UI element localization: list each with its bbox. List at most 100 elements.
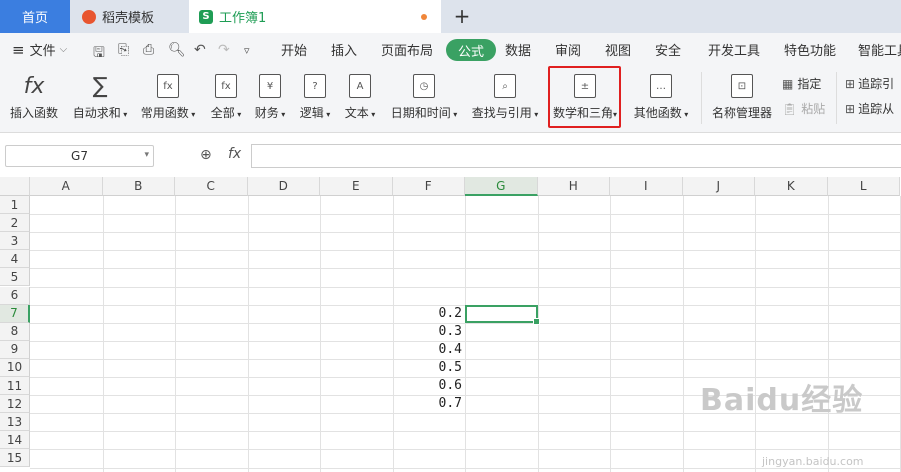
select-all-corner[interactable] [0,177,30,196]
selected-cell[interactable] [465,304,539,325]
row-header-11[interactable]: 11 [0,377,30,396]
lookup-button[interactable]: ⌕ 查找与引用 ▾ [470,66,540,132]
grid-line [30,358,901,360]
row-header-15[interactable]: 15 [0,449,30,468]
all-functions-button[interactable]: fx 全部 ▾ [208,66,244,132]
tab-template[interactable]: 稻壳模板 [72,0,187,33]
menu-item-page-layout[interactable]: 页面布局 [381,33,433,66]
cell-f7[interactable]: 0.2 [393,306,462,321]
menu-item-data[interactable]: 数据 [505,33,531,66]
row-header-2[interactable]: 2 [0,214,30,233]
undo-icon[interactable]: ↶ [194,42,206,58]
menu-item-formula[interactable]: 公式 [446,39,497,61]
row-header-9[interactable]: 9 [0,340,30,359]
row-header-13[interactable]: 13 [0,413,30,432]
common-functions-button[interactable]: fx 常用函数 ▾ [138,66,198,132]
text-functions-button[interactable]: A 文本 ▾ [342,66,378,132]
tab-home[interactable]: 首页 [0,0,70,33]
formula-input[interactable] [251,144,901,168]
paste-label: 粘贴 [801,102,826,116]
redo-icon[interactable]: ↷ [218,42,230,58]
column-header-a[interactable]: A [30,177,103,196]
menu-item-features[interactable]: 特色功能 [784,33,836,66]
other-functions-button[interactable]: … 其他函数 ▾ [631,66,691,132]
other-label: 其他函数 ▾ [634,104,689,121]
print-preview-icon[interactable]: 🔍︎ [168,42,186,58]
save-icon[interactable]: 🖫 [93,42,105,66]
column-header-e[interactable]: E [320,177,393,196]
column-header-i[interactable]: I [610,177,683,196]
logic-label: 逻辑 ▾ [300,104,331,121]
logic-button[interactable]: ? 逻辑 ▾ [297,66,333,132]
dropdown-icon: ▾ [278,110,286,119]
column-header-j[interactable]: J [682,177,755,196]
grid-line [30,340,901,342]
name-manager-button[interactable]: ⊡ 名称管理器 [710,66,774,132]
cell-f8[interactable]: 0.3 [393,324,462,339]
new-tab-button[interactable]: + [450,4,474,28]
grid-line [30,268,901,270]
cell-f11[interactable]: 0.6 [393,378,462,393]
trace-dependents-label: 追踪从 [858,102,895,116]
other-function-icon: … [650,74,672,98]
column-header-b[interactable]: B [102,177,175,196]
column-header-k[interactable]: K [755,177,828,196]
datetime-button[interactable]: ◷ 日期和时间 ▾ [389,66,459,132]
row-header-10[interactable]: 10 [0,358,30,377]
menu-item-developer[interactable]: 开发工具 [708,33,760,66]
grid-line [30,214,901,216]
cell-f9[interactable]: 0.4 [393,342,462,357]
watermark-logo: Baidu经验 [700,383,864,418]
column-header-l[interactable]: L [827,177,900,196]
cell-f10[interactable]: 0.5 [393,360,462,375]
print-icon[interactable]: ⎙ [143,42,154,58]
column-header-d[interactable]: D [247,177,320,196]
insert-function-label: 插入函数 [9,106,58,120]
specify-label: 指定 [797,77,822,91]
column-header-c[interactable]: C [175,177,248,196]
column-header-h[interactable]: H [537,177,610,196]
tab-workbook[interactable]: S 工作簿1 [189,0,441,33]
menu-item-insert[interactable]: 插入 [331,33,357,66]
table-icon: ▦ [782,76,794,91]
finance-label: 财务 ▾ [255,104,286,121]
trace-precedents-button[interactable]: ⊞ 追踪引 [845,75,894,92]
chevron-down-icon[interactable]: ▾ [144,150,149,160]
name-box[interactable]: G7 ▾ [5,145,154,167]
text-label: 文本 ▾ [345,104,376,121]
watermark-url: jingyan.baidu.com [762,455,864,468]
dropdown-icon: ▾ [368,110,376,119]
finance-button[interactable]: ¥ 财务 ▾ [252,66,288,132]
menu-item-start[interactable]: 开始 [281,33,307,66]
cell-f12[interactable]: 0.7 [393,396,462,411]
menu-item-security[interactable]: 安全 [655,33,681,66]
column-header-f[interactable]: F [392,177,465,196]
row-header-7[interactable]: 7 [0,304,30,323]
menu-item-view[interactable]: 视图 [605,33,631,66]
autosum-button[interactable]: ∑ 自动求和 ▾ [70,66,130,132]
row-header-12[interactable]: 12 [0,395,30,414]
customize-chevron-icon[interactable]: ▿ [244,44,250,57]
row-header-4[interactable]: 4 [0,250,30,269]
format-painter-icon[interactable]: ⎘ [118,42,129,58]
file-menu-button[interactable]: ≡ 文件 ⌵ [12,33,67,66]
trace-dependents-button[interactable]: ⊞ 追踪从 [845,100,894,117]
zoom-search-icon[interactable]: ⊕ [200,147,212,163]
specify-button[interactable]: ▦ 指定 [782,75,821,92]
fx-icon[interactable]: fx [228,146,241,162]
insert-function-button[interactable]: fx 插入函数 [8,66,60,132]
row-header-5[interactable]: 5 [0,268,30,287]
column-header-g[interactable]: G [465,177,538,196]
grid-line [30,286,901,288]
row-header-6[interactable]: 6 [0,286,30,305]
datetime-text: 日期和时间 [390,106,451,120]
paste-names-button[interactable]: 📋︎ 粘贴 [782,100,825,117]
row-header-3[interactable]: 3 [0,232,30,251]
menu-item-review[interactable]: 审阅 [555,33,581,66]
menu-item-smart-tools[interactable]: 智能工具 [858,33,901,66]
spreadsheet-grid[interactable]: A B C D E F G H I J K L 1 2 3 4 5 6 7 8 9 10 11 12 13 14 15 0.2 0.3 0… [0,177,901,472]
row-header-8[interactable]: 8 [0,322,30,341]
row-header-1[interactable]: 1 [0,196,30,215]
row-header-14[interactable]: 14 [0,431,30,450]
finance-text: 财务 [254,106,279,120]
